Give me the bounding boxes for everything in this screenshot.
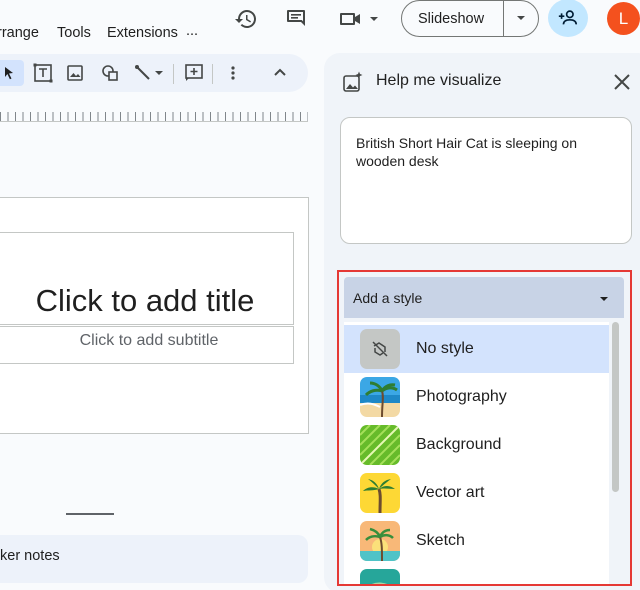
select-cursor-icon[interactable]: [0, 60, 24, 86]
chevron-up-icon[interactable]: [267, 60, 293, 86]
menu-arrange[interactable]: rrange: [0, 25, 39, 41]
panel-title: Help me visualize: [376, 72, 502, 89]
add-person-icon: [558, 10, 578, 25]
chevron-down-icon[interactable]: [151, 60, 167, 86]
more-vert-icon[interactable]: [220, 60, 246, 86]
new-comment-icon[interactable]: [181, 60, 207, 86]
menu-more[interactable]: ...: [186, 23, 198, 39]
share-button[interactable]: [548, 0, 588, 37]
shape-icon[interactable]: [97, 60, 123, 86]
notes-resize-handle[interactable]: [66, 513, 114, 515]
divider: [212, 64, 213, 84]
text-box-icon[interactable]: [30, 60, 56, 86]
divider: [503, 1, 504, 36]
subtitle-placeholder[interactable]: Click to add subtitle: [0, 332, 298, 350]
slideshow-button-group: Slideshow: [401, 0, 539, 37]
visualize-sparkle-icon: [342, 71, 364, 93]
highlight-box: [337, 270, 632, 586]
divider: [173, 64, 174, 84]
history-icon[interactable]: [232, 6, 260, 32]
slideshow-button[interactable]: Slideshow: [418, 11, 484, 27]
menu-extensions[interactable]: Extensions: [107, 25, 178, 41]
video-camera-icon[interactable]: [335, 6, 381, 32]
avatar[interactable]: L: [607, 2, 640, 35]
comment-icon[interactable]: [282, 6, 310, 32]
title-placeholder[interactable]: Click to add title: [0, 283, 294, 319]
menu-tools[interactable]: Tools: [57, 25, 91, 41]
prompt-text[interactable]: British Short Hair Cat is sleeping on wo…: [356, 134, 616, 170]
slideshow-options-chevron-icon[interactable]: [512, 9, 530, 27]
speaker-notes-placeholder: ker notes: [0, 548, 60, 564]
ruler-baseline: [0, 121, 308, 122]
speaker-notes[interactable]: ker notes: [0, 535, 308, 583]
image-icon[interactable]: [62, 60, 88, 86]
close-icon[interactable]: [611, 71, 633, 93]
